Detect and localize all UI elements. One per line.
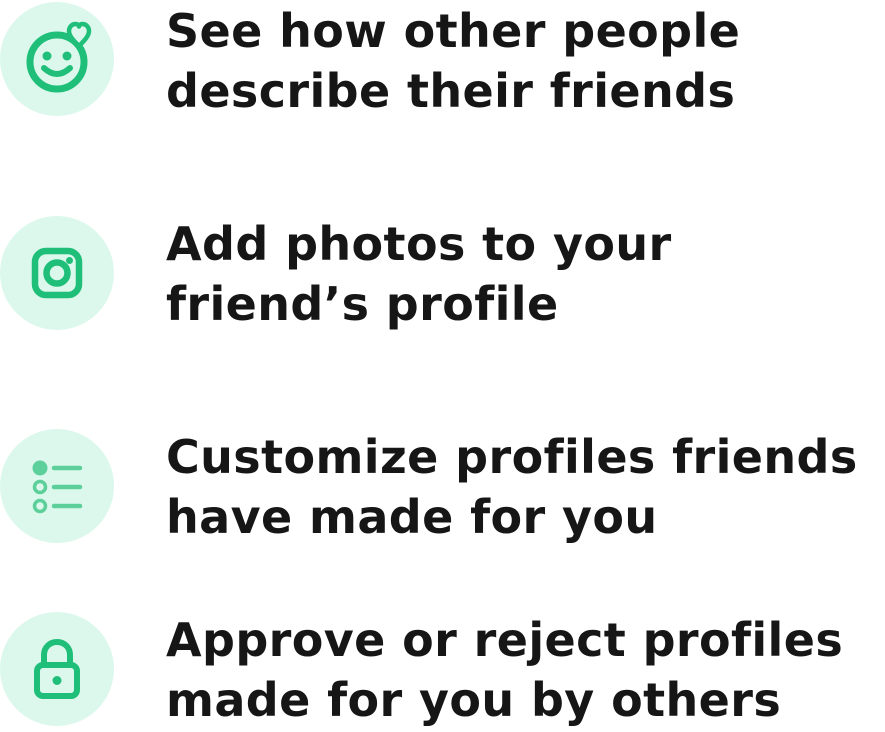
feature-text-line: friend’s profile (166, 277, 559, 331)
feature-customize-profiles: Customize profiles friends have made for… (0, 427, 885, 547)
lock-icon (34, 638, 80, 699)
feature-text-line: Approve or reject profiles (166, 613, 844, 667)
feature-text: Approve or reject profiles made for you … (166, 610, 866, 730)
smiley-heart-icon (26, 21, 92, 93)
lock-icon-badge (0, 612, 114, 726)
feature-add-photos: Add photos to your friend’s profile (0, 214, 885, 334)
camera-icon (31, 247, 83, 299)
smiley-heart-icon-badge (0, 2, 114, 116)
feature-text: Add photos to your friend’s profile (166, 214, 866, 334)
feature-text: Customize profiles friends have made for… (166, 427, 866, 547)
feature-text-line: See how other people (166, 4, 741, 58)
feature-text-line: Add photos to your (166, 217, 672, 271)
camera-icon-badge (0, 216, 114, 330)
feature-text-line: describe their friends (166, 64, 736, 118)
feature-text: See how other people describe their frie… (166, 1, 866, 121)
feature-text-line: Customize profiles friends (166, 430, 858, 484)
feature-describe-friends: See how other people describe their frie… (0, 0, 885, 120)
feature-text-line: have made for you (166, 490, 658, 544)
feature-text-line: made for you by others (166, 673, 782, 727)
list-icon (32, 460, 83, 514)
list-icon-badge (0, 429, 114, 543)
feature-approve-reject: Approve or reject profiles made for you … (0, 610, 885, 730)
